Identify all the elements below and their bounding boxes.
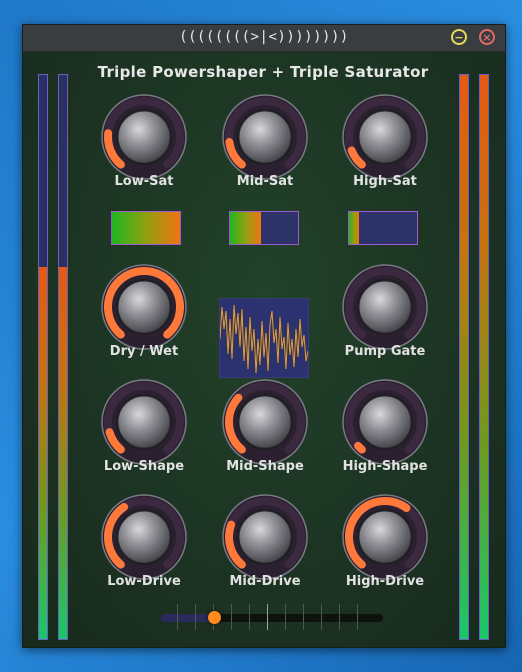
meter-fill: [39, 266, 47, 639]
left-level-meter-b: [58, 74, 68, 640]
slider-tick: [339, 604, 340, 630]
sat-meter-fill: [349, 212, 359, 244]
meter-fill: [460, 75, 468, 639]
waveform-trace: [219, 304, 309, 374]
left-level-meter-a: [38, 74, 48, 640]
title-bar[interactable]: ((((((((>|<)))))))) − ×: [23, 25, 505, 52]
knob-label: Mid-Sat: [236, 174, 294, 189]
minimize-icon: −: [454, 30, 464, 44]
knob-label: Mid-Shape: [226, 459, 304, 474]
knob-mid-sat[interactable]: Mid-Sat: [222, 94, 308, 189]
waveform-scope: [219, 298, 309, 378]
knob-label: Low-Shape: [103, 459, 185, 474]
right-level-meter-b: [479, 74, 489, 640]
knob-graphic: [342, 94, 428, 180]
knob-graphic: [101, 494, 187, 580]
plugin-heading: Triple Powershaper + Triple Saturator: [97, 63, 429, 81]
slider-tick: [195, 604, 196, 630]
mid-sat-meter: [229, 211, 299, 245]
knob-graphic: [342, 264, 428, 350]
knob-label: Low-Sat: [114, 174, 174, 189]
slider-filled-track: [161, 614, 215, 622]
knob-label: Pump Gate: [344, 344, 426, 359]
close-icon: ×: [482, 30, 492, 44]
knob-graphic: [101, 379, 187, 465]
knob-graphic: [222, 494, 308, 580]
knob-value-arc: [354, 441, 366, 454]
right-level-meter-a: [459, 74, 469, 640]
close-button[interactable]: ×: [479, 29, 495, 45]
knob-label: High-Shape: [342, 459, 428, 474]
knob-label: High-Sat: [353, 174, 417, 189]
knob-graphic: [101, 94, 187, 180]
minimize-button[interactable]: −: [451, 29, 467, 45]
knob-graphic: [101, 264, 187, 350]
knob-graphic: [342, 379, 428, 465]
knob-mid-shape[interactable]: Mid-Shape: [222, 379, 308, 474]
slider-tick: [249, 604, 250, 630]
meter-fill: [59, 266, 67, 639]
knob-mid-drive[interactable]: Mid-Drive: [222, 494, 308, 589]
knob-high-shape[interactable]: High-Shape: [342, 379, 428, 474]
low-sat-meter: [111, 211, 181, 245]
slider-tick: [321, 604, 322, 630]
plugin-panel: Triple Powershaper + Triple Saturator Lo…: [23, 52, 505, 647]
slider-center-tick: [267, 604, 268, 630]
sat-meter-fill: [230, 212, 262, 244]
horizontal-slider[interactable]: [161, 604, 383, 630]
high-sat-meter: [348, 211, 418, 245]
knob-low-sat[interactable]: Low-Sat: [101, 94, 187, 189]
slider-tick: [303, 604, 304, 630]
knob-dry-wet[interactable]: Dry / Wet: [101, 264, 187, 359]
meter-fill: [480, 75, 488, 639]
sat-meter-fill: [112, 212, 180, 244]
slider-tick: [285, 604, 286, 630]
knob-graphic: [342, 494, 428, 580]
knob-label: Mid-Drive: [229, 574, 301, 589]
plugin-window: ((((((((>|<)))))))) − × Triple Powershap…: [22, 24, 506, 648]
knob-graphic: [222, 379, 308, 465]
window-title: ((((((((>|<)))))))): [179, 29, 349, 45]
knob-graphic: [222, 94, 308, 180]
knob-low-shape[interactable]: Low-Shape: [101, 379, 187, 474]
slider-tick: [177, 604, 178, 630]
knob-low-drive[interactable]: Low-Drive: [101, 494, 187, 589]
knob-high-sat[interactable]: High-Sat: [342, 94, 428, 189]
knob-label: Low-Drive: [107, 574, 181, 589]
slider-tick: [231, 604, 232, 630]
knob-label: Dry / Wet: [109, 344, 179, 359]
slider-tick: [357, 604, 358, 630]
knob-pump-gate[interactable]: Pump Gate: [342, 264, 428, 359]
knob-high-drive[interactable]: High-Drive: [342, 494, 428, 589]
knob-label: High-Drive: [345, 574, 425, 589]
slider-thumb[interactable]: [208, 611, 222, 624]
